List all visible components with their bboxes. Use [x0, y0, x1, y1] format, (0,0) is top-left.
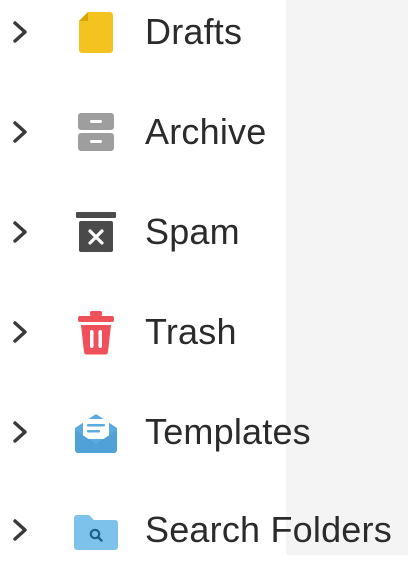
folder-label: Archive [145, 111, 267, 152]
folder-row-archive[interactable]: Archive [0, 82, 408, 182]
folder-row-drafts[interactable]: Drafts [0, 0, 408, 82]
chevron-right-icon[interactable] [10, 420, 30, 444]
folder-label: Drafts [145, 11, 243, 52]
chevron-right-icon[interactable] [10, 120, 30, 144]
folder-label: Trash [145, 311, 237, 352]
chevron-right-icon[interactable] [10, 220, 30, 244]
archive-icon [70, 106, 122, 158]
folder-row-search-folders[interactable]: Search Folders [0, 480, 408, 580]
folder-list: Drafts Archive Spam Trash Templates Sear… [0, 0, 408, 555]
chevron-right-icon[interactable] [10, 20, 30, 44]
trash-icon [70, 306, 122, 358]
chevron-right-icon[interactable] [10, 518, 30, 542]
folder-row-trash[interactable]: Trash [0, 282, 408, 382]
folder-row-spam[interactable]: Spam [0, 182, 408, 282]
folder-row-templates[interactable]: Templates [0, 382, 408, 482]
chevron-right-icon[interactable] [10, 320, 30, 344]
search-folder-icon [70, 504, 122, 556]
spam-icon [70, 206, 122, 258]
template-icon [70, 406, 122, 458]
folder-label: Spam [145, 211, 240, 252]
draft-icon [70, 6, 122, 58]
folder-label: Search Folders [145, 509, 392, 550]
folder-label: Templates [145, 411, 311, 452]
